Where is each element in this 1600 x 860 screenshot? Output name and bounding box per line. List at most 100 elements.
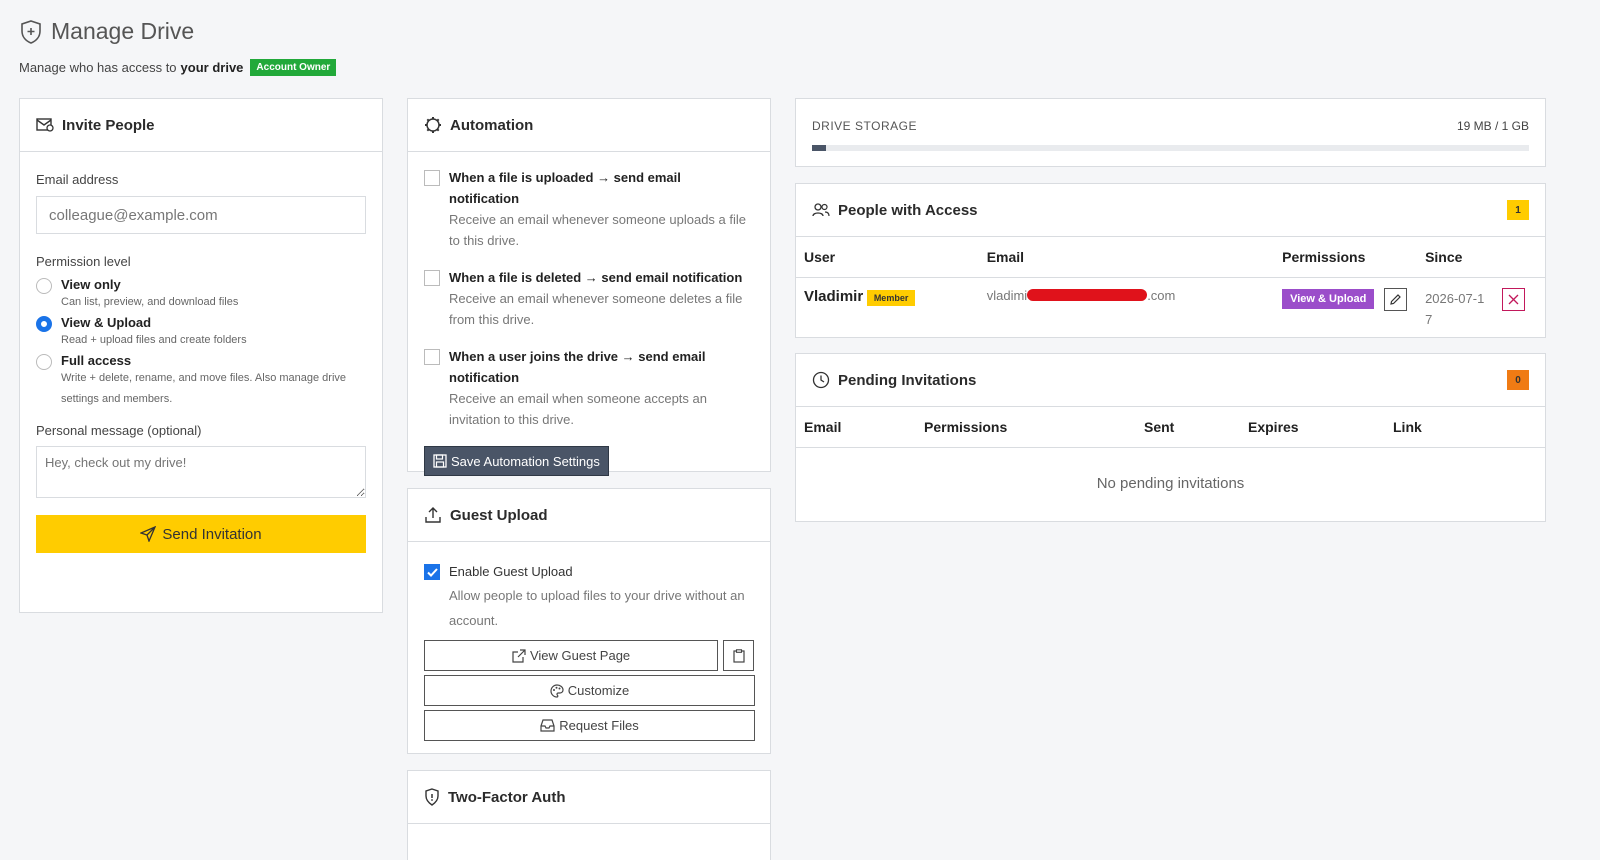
view-guest-page-label: View Guest Page — [529, 648, 631, 663]
column-header-sent: Sent — [1136, 407, 1240, 448]
pending-count-badge: 0 — [1507, 370, 1529, 390]
inbox-icon — [540, 719, 555, 732]
automation-item-delete: When a file is deleted → send email noti… — [424, 267, 754, 330]
permission-option-view-upload[interactable]: View & Upload Read + upload files and cre… — [36, 315, 366, 351]
since-date: 2026-07-17 — [1417, 277, 1494, 340]
option-desc: Write + delete, rename, and move files. … — [61, 372, 347, 405]
pencil-icon — [1389, 293, 1402, 306]
guest-upload-card-header: Guest Upload — [408, 489, 770, 542]
automation-item-desc: Receive an email whenever someone upload… — [449, 212, 747, 248]
send-invitation-label: Send Invitation — [162, 525, 262, 543]
radio-full-access[interactable] — [36, 354, 52, 370]
subtitle-text: Manage who has access to — [19, 60, 177, 75]
floppy-disk-icon — [433, 454, 447, 468]
automation-item-desc: Receive an email when someone accepts an… — [449, 391, 707, 427]
remove-user-button[interactable] — [1502, 287, 1526, 311]
option-desc: Can list, preview, and download files — [61, 296, 239, 308]
gear-icon — [424, 116, 442, 134]
redaction-mark — [1027, 288, 1148, 301]
pending-card-header: Pending Invitations 0 — [796, 354, 1545, 407]
guest-upload-card: Guest Upload Enable Guest Upload Allow p… — [407, 488, 771, 754]
column-header-actions — [1494, 237, 1545, 278]
automation-item-desc: Receive an email whenever someone delete… — [449, 291, 743, 327]
drive-storage-card: DRIVE STORAGE 19 MB / 1 GB — [795, 98, 1546, 167]
shield-plus-icon — [19, 19, 43, 45]
people-count-badge: 1 — [1507, 200, 1529, 220]
edit-permission-button[interactable] — [1383, 287, 1407, 311]
two-factor-card-header: Two-Factor Auth — [408, 771, 770, 824]
users-icon — [812, 202, 830, 218]
column-header-since: Since — [1417, 237, 1495, 278]
send-icon — [140, 526, 157, 542]
two-factor-card: Two-Factor Auth — [407, 770, 771, 860]
permission-badge: View & Upload — [1282, 289, 1375, 310]
customize-button[interactable]: Customize — [424, 675, 755, 706]
enable-guest-upload-desc: Allow people to upload files to your dri… — [449, 588, 745, 628]
permission-options: View only Can list, preview, and download… — [36, 277, 366, 410]
automation-item-title: When a file is deleted → send email noti… — [449, 270, 743, 285]
option-title: Full access — [61, 353, 132, 368]
envelope-icon — [36, 117, 54, 133]
automation-item-title: When a user joins the drive → send email… — [449, 349, 706, 385]
column-header-permissions: Permissions — [1274, 237, 1418, 278]
column-header-expires: Expires — [1240, 407, 1385, 448]
personal-message-field[interactable] — [36, 446, 366, 498]
user-email: vladimi .com — [979, 277, 1274, 340]
permission-option-view-only[interactable]: View only Can list, preview, and download… — [36, 277, 366, 313]
external-link-icon — [512, 648, 526, 663]
enable-guest-upload-row: Enable Guest Upload Allow people to uplo… — [424, 561, 754, 633]
automation-card-header: Automation — [408, 99, 770, 152]
column-header-user: User — [796, 237, 979, 278]
view-guest-page-button[interactable]: View Guest Page — [424, 640, 719, 671]
people-title: People with Access — [838, 201, 978, 219]
shield-icon — [424, 788, 440, 806]
user-email-end: .com — [1147, 287, 1176, 303]
column-header-permissions: Permissions — [916, 407, 1136, 448]
radio-view-upload[interactable] — [36, 316, 52, 332]
checkbox-delete-notification[interactable] — [424, 270, 440, 286]
user-email-start: vladimi — [986, 287, 1028, 303]
permission-label: Permission level — [36, 254, 131, 269]
upload-icon — [424, 506, 442, 524]
column-header-email: Email — [796, 407, 916, 448]
radio-view-only[interactable] — [36, 278, 52, 294]
option-desc: Read + upload files and create folders — [61, 334, 247, 346]
people-card-header: People with Access 1 — [796, 184, 1545, 237]
message-label: Personal message (optional) — [36, 423, 202, 438]
drive-storage-label: DRIVE STORAGE — [812, 119, 917, 133]
pending-title: Pending Invitations — [838, 371, 977, 389]
clock-icon — [812, 371, 830, 389]
permission-option-full-access[interactable]: Full access Write + delete, rename, and m… — [36, 353, 366, 410]
enable-guest-upload-checkbox[interactable] — [424, 564, 440, 580]
automation-item-upload: When a file is uploaded → send email not… — [424, 167, 754, 251]
copy-link-button[interactable] — [723, 640, 754, 671]
table-row: Vladimir Member vladimi .com View & Uploa… — [796, 277, 1545, 340]
request-files-button[interactable]: Request Files — [424, 710, 755, 741]
guest-upload-title: Guest Upload — [450, 506, 548, 524]
save-automation-label: Save Automation Settings — [451, 453, 600, 469]
account-owner-badge: Account Owner — [250, 59, 337, 76]
member-badge: Member — [866, 289, 916, 306]
checkbox-join-notification[interactable] — [424, 349, 440, 365]
subtitle-bold: your drive — [180, 60, 244, 75]
storage-progress-fill — [812, 145, 826, 151]
automation-item-join: When a user joins the drive → send email… — [424, 346, 754, 430]
checkbox-upload-notification[interactable] — [424, 170, 440, 186]
request-files-label: Request Files — [559, 718, 639, 733]
enable-guest-upload-label: Enable Guest Upload — [449, 564, 573, 579]
send-invitation-button[interactable]: Send Invitation — [36, 515, 366, 553]
empty-state: No pending invitations — [1096, 474, 1245, 492]
column-header-email: Email — [978, 237, 1275, 278]
column-header-link: Link — [1385, 407, 1545, 448]
automation-item-title: When a file is uploaded → send email not… — [449, 170, 681, 206]
invite-card-header: Invite People — [20, 99, 382, 152]
page-title: Manage Drive — [51, 18, 195, 44]
option-title: View only — [61, 277, 121, 292]
user-name: Vladimir — [804, 287, 864, 305]
email-field[interactable] — [36, 196, 366, 234]
invite-card: Invite People Email address Permission l… — [19, 98, 383, 613]
close-icon — [1508, 294, 1519, 305]
save-automation-button[interactable]: Save Automation Settings — [424, 446, 609, 476]
since-date-text: 2026-07-17 — [1425, 290, 1485, 327]
page-subtitle: Manage who has access to your drive Acco… — [19, 59, 337, 76]
